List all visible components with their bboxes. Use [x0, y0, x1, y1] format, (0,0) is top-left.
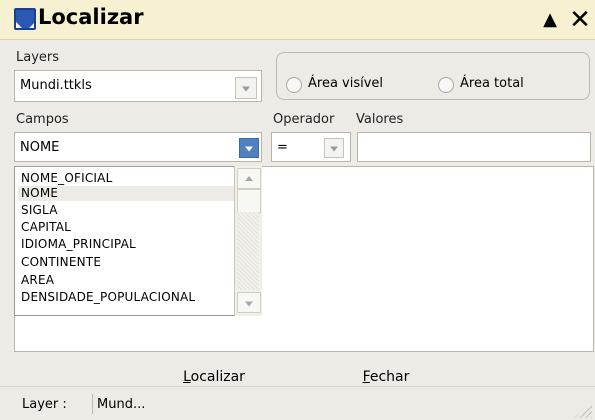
layers-value: Mundi.ttkls [20, 78, 92, 93]
collapse-arrow-icon[interactable]: ▲ [539, 9, 561, 31]
scroll-down-button[interactable] [237, 292, 261, 313]
list-item[interactable]: NOME_OFICIAL [21, 171, 235, 186]
operador-dropdown-button[interactable] [324, 138, 344, 158]
fechar-button[interactable]: Fechar [353, 369, 419, 385]
list-scrollbar[interactable] [234, 166, 262, 316]
valores-input[interactable] [357, 132, 591, 162]
area-visivel-radio[interactable] [286, 77, 302, 93]
list-item[interactable]: CONTINENTE [21, 255, 235, 270]
chevron-down-icon [245, 146, 253, 152]
layers-dropdown-button[interactable] [235, 77, 257, 99]
arrow-down-icon [245, 301, 253, 306]
campos-value: NOME [20, 140, 60, 155]
campos-dropdown-button[interactable] [239, 138, 259, 158]
layers-label: Layers [16, 50, 60, 65]
campos-select[interactable]: NOME [14, 132, 262, 162]
layers-select[interactable]: Mundi.ttkls [14, 70, 262, 102]
scroll-track[interactable] [237, 212, 259, 290]
window-title: Localizar [38, 5, 144, 29]
campos-dropdown-list[interactable]: NOME_OFICIAL NOME SIGLA CAPITAL IDIOMA_P… [14, 166, 262, 316]
arrow-up-icon [245, 175, 253, 181]
list-item[interactable]: DENSIDADE_POPULACIONAL [21, 290, 235, 305]
status-layer-value: Mund... [97, 397, 146, 412]
valores-label: Valores [356, 112, 404, 127]
scroll-up-button[interactable] [237, 168, 261, 189]
status-bar [0, 386, 595, 420]
list-item[interactable]: IDIOMA_PRINCIPAL [21, 237, 235, 252]
chevron-down-icon [330, 146, 338, 152]
chevron-down-icon [242, 86, 250, 92]
close-icon[interactable]: ✕ [567, 5, 593, 35]
status-separator [92, 394, 93, 414]
status-layer-label: Layer : [22, 397, 67, 412]
list-item[interactable]: CAPITAL [21, 220, 235, 235]
list-item-selected[interactable]: NOME [18, 186, 236, 201]
operador-label: Operador [273, 112, 335, 127]
area-total-radio[interactable] [438, 77, 454, 93]
operador-select[interactable]: = [271, 132, 351, 162]
area-visivel-label: Área visível [308, 76, 384, 91]
localizar-button[interactable]: Localizar [176, 369, 252, 385]
campos-label: Campos [16, 112, 69, 127]
scroll-thumb[interactable] [237, 189, 261, 213]
list-item[interactable]: AREA [21, 273, 235, 288]
list-item[interactable]: SIGLA [21, 203, 235, 218]
operador-value: = [277, 140, 288, 155]
area-total-label: Área total [460, 76, 524, 91]
app-icon [14, 8, 36, 30]
